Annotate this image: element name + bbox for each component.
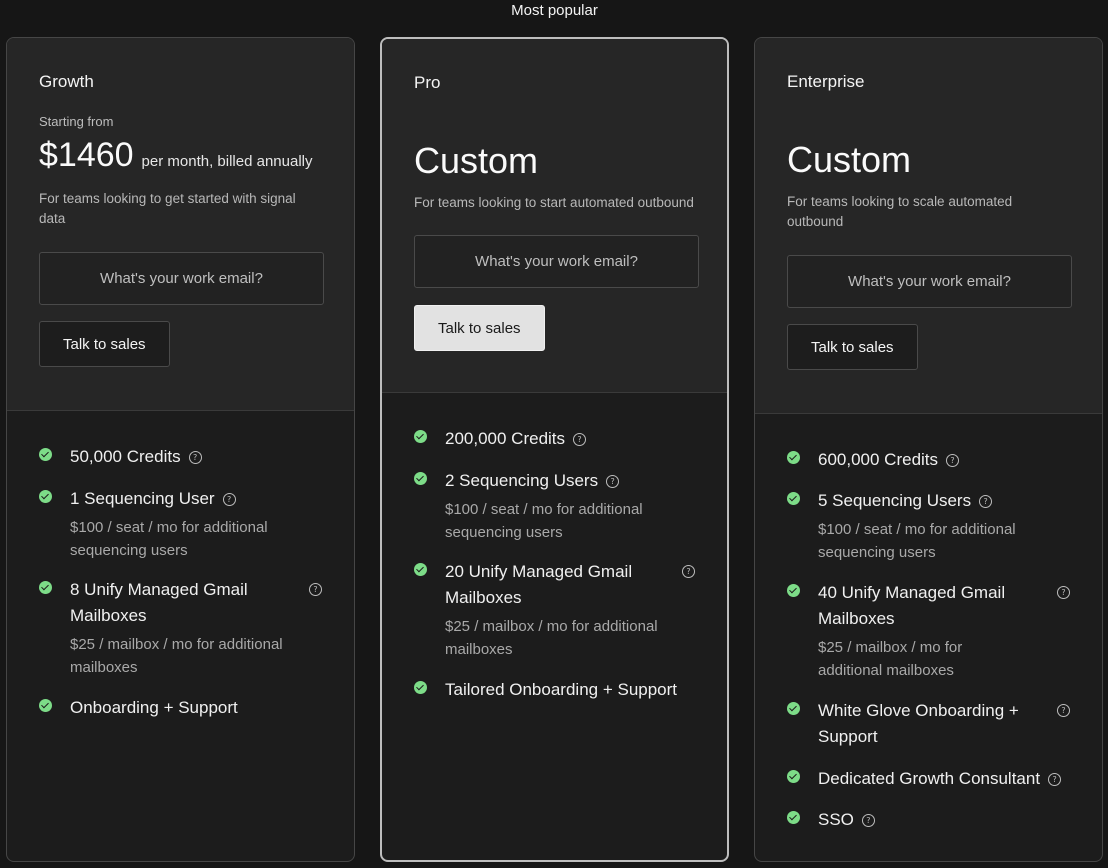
feature-item: 2 Sequencing Users? $100 / seat / mo for… [414,468,695,544]
plan-header-pro: Pro Custom For teams looking to start au… [382,39,727,393]
feature-subtext: $25 / mailbox / mo for additional mailbo… [445,618,658,658]
feature-subtext: $25 / mailbox / mo for additional mailbo… [70,636,283,676]
check-circle-icon [39,448,52,461]
check-circle-icon [787,451,800,464]
feature-title: Dedicated Growth Consultant [818,769,1041,788]
feature-title: 200,000 Credits [445,429,566,448]
talk-to-sales-button[interactable]: Talk to sales [787,324,918,370]
question-circle-icon[interactable]: ? [682,565,695,578]
question-circle-icon[interactable]: ? [979,495,993,508]
plan-price: Custom [787,139,912,180]
check-circle-icon [787,492,800,505]
feature-item: Tailored Onboarding + Support [414,677,695,703]
feature-title: SSO [818,810,854,829]
plan-name: Pro [414,73,441,92]
plan-description: For teams looking to start automated out… [414,195,694,210]
check-circle-icon [414,430,427,443]
check-circle-icon [787,702,800,715]
plan-name: Enterprise [787,72,865,91]
feature-item: 20 Unify Managed Gmail Mailboxes ? $25 /… [414,559,695,661]
plan-description: For teams looking to get started with si… [39,191,296,226]
plan-name: Growth [39,72,94,91]
feature-title: 2 Sequencing Users [445,471,599,490]
plan-header-enterprise: Enterprise Custom For teams looking to s… [755,38,1102,414]
starting-from-label: Starting from [39,114,114,129]
plan-description: For teams looking to scale automated out… [787,194,1013,229]
price-row: $1460 per month, billed annually [39,136,313,175]
check-circle-icon [414,681,427,694]
feature-item: 40 Unify Managed Gmail Mailboxes ? $25 /… [787,580,1070,682]
check-circle-icon [787,770,800,783]
question-circle-icon[interactable]: ? [188,451,202,464]
feature-title: 20 Unify Managed Gmail Mailboxes [445,562,633,607]
check-circle-icon [39,581,52,594]
talk-to-sales-button[interactable]: Talk to sales [414,305,545,351]
question-circle-icon[interactable]: ? [606,475,620,488]
feature-item: Onboarding + Support [39,695,322,721]
feature-title: White Glove Onboarding + Support [818,701,1019,746]
question-circle-icon[interactable]: ? [309,583,322,596]
check-circle-icon [39,490,52,503]
feature-item: 8 Unify Managed Gmail Mailboxes ? $25 / … [39,577,322,679]
feature-title: 50,000 Credits [70,447,181,466]
question-circle-icon[interactable]: ? [573,433,587,446]
feature-item: SSO? [787,807,1070,833]
work-email-input[interactable] [414,235,699,288]
feature-item: 1 Sequencing User? $100 / seat / mo for … [39,486,322,562]
feature-title: Onboarding + Support [70,698,238,717]
work-email-input[interactable] [39,252,324,305]
feature-subtext: $25 / mailbox / mo for additional mailbo… [818,639,963,679]
question-circle-icon[interactable]: ? [946,454,960,467]
question-circle-icon[interactable]: ? [861,814,875,827]
plan-card-enterprise: Enterprise Custom For teams looking to s… [754,37,1103,862]
check-circle-icon [39,699,52,712]
work-email-input[interactable] [787,255,1072,308]
feature-subtext: $100 / seat / mo for additional sequenci… [818,521,1016,561]
feature-item: White Glove Onboarding + Support ? [787,698,1070,750]
check-circle-icon [787,811,800,824]
plan-header-growth: Growth Starting from $1460 per month, bi… [7,38,354,411]
feature-title: 1 Sequencing User [70,489,215,508]
question-circle-icon[interactable]: ? [1048,773,1062,786]
feature-item: 50,000 Credits? [39,444,322,470]
price-note: per month, billed annually [141,153,313,170]
plan-price: $1460 [39,136,134,174]
feature-subtext: $100 / seat / mo for additional sequenci… [70,519,268,559]
check-circle-icon [414,563,427,576]
question-circle-icon[interactable]: ? [1057,704,1070,717]
feature-title: Tailored Onboarding + Support [445,680,678,699]
feature-title: 5 Sequencing Users [818,491,972,510]
check-circle-icon [787,584,800,597]
feature-item: 5 Sequencing Users? $100 / seat / mo for… [787,488,1070,564]
plan-card-growth: Growth Starting from $1460 per month, bi… [6,37,355,862]
feature-title: 8 Unify Managed Gmail Mailboxes [70,580,248,625]
feature-subtext: $100 / seat / mo for additional sequenci… [445,501,643,541]
question-circle-icon[interactable]: ? [1057,586,1070,599]
most-popular-label: Most popular [511,2,598,19]
feature-item: 600,000 Credits? [787,447,1070,473]
check-circle-icon [414,472,427,485]
plan-price: Custom [414,140,539,181]
feature-title: 40 Unify Managed Gmail Mailboxes [818,583,1006,628]
feature-item: 200,000 Credits? [414,426,695,452]
plan-card-pro: Pro Custom For teams looking to start au… [380,37,729,862]
talk-to-sales-button[interactable]: Talk to sales [39,321,170,367]
question-circle-icon[interactable]: ? [222,493,236,506]
feature-item: Dedicated Growth Consultant? [787,766,1070,792]
feature-title: 600,000 Credits [818,450,939,469]
